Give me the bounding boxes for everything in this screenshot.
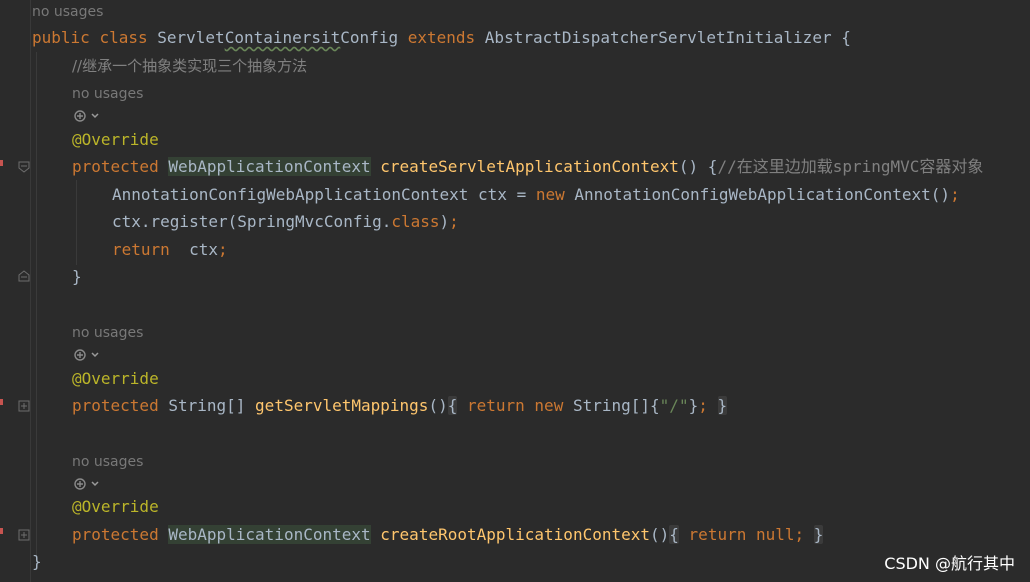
watermark: CSDN @航行其中 [884,554,1015,573]
class-name-part-3: Config [340,28,399,47]
method-parens: () { [678,157,718,176]
return-type: WebApplicationContext [168,525,371,544]
semicolon: ; [449,212,459,231]
code-text: String[]{ [572,396,660,415]
gutter-divider [30,0,31,582]
code-text: ctx.register(SpringMvcConfig. [112,212,392,231]
fold-icon[interactable] [18,270,30,282]
class-declaration-line[interactable]: public class ServletContainersitConfig e… [32,24,851,52]
keyword-protected: protected [72,157,159,176]
code-text: AnnotationConfigWebApplicationContext() [564,185,951,204]
spring-bean-icon [74,110,99,122]
usage-hint[interactable]: no usages [72,83,143,105]
code-line[interactable]: return ctx; [112,236,228,264]
indent-guide [36,52,37,557]
override-gutter-icon[interactable] [0,399,3,405]
return-type: WebApplicationContext [168,157,371,176]
code-line[interactable]: ctx.register(SpringMvcConfig.class); [112,208,459,236]
keyword-return: return [688,525,747,544]
indent-guide [76,180,77,265]
return-type: String[] [168,396,246,415]
class-close-brace[interactable]: } [32,548,42,576]
class-name-part-2: Containersit [224,28,341,47]
chevron-down-icon [91,113,99,119]
keyword-return: return [466,396,525,415]
code-text: } [688,396,699,415]
code-text: ctx [169,240,218,259]
folded-open-brace[interactable]: { [669,525,679,544]
keyword-protected: protected [72,525,159,544]
keyword-null: null [755,525,795,544]
keyword-new: new [534,396,564,415]
method-get-servlet-mappings[interactable]: protected String[] getServletMappings(){… [72,392,728,420]
semicolon: ; [217,240,228,259]
spring-inlay[interactable] [72,473,102,495]
code-text: ) [439,212,450,231]
open-brace: { [831,28,851,47]
super-class-name: AbstractDispatcherServletInitializer [484,28,832,47]
semicolon: ; [794,525,805,544]
override-gutter-icon[interactable] [0,528,3,534]
fold-icon[interactable] [18,400,30,412]
override-annotation[interactable]: @Override [72,365,159,393]
spring-inlay[interactable] [72,105,102,127]
close-brace[interactable]: } [72,263,82,291]
folded-close-brace[interactable]: } [813,525,824,544]
code-line[interactable]: AnnotationConfigWebApplicationContext ct… [112,181,960,209]
fold-icon[interactable] [18,161,30,173]
override-annotation[interactable]: @Override [72,493,159,521]
override-gutter-icon[interactable] [0,160,3,166]
method-name: createRootApplicationContext [380,525,650,544]
keyword-public: public [32,28,90,47]
spring-inlay[interactable] [72,344,102,366]
spring-bean-icon [74,349,99,361]
code-text: AnnotationConfigWebApplicationContext ct… [112,185,536,204]
keyword-new: new [535,185,565,204]
method-create-root-context[interactable]: protected WebApplicationContext createRo… [72,521,824,549]
keyword-return: return [112,240,170,259]
keyword-class: class [391,212,440,231]
override-annotation[interactable]: @Override [72,126,159,154]
usage-hint[interactable]: no usages [32,1,103,23]
usage-hint[interactable]: no usages [72,451,143,473]
editor-gutter[interactable] [0,0,30,582]
keyword-extends: extends [407,28,476,47]
folded-open-brace[interactable]: { [447,396,458,415]
class-name-part-1: Servlet [157,28,225,47]
semicolon: ; [698,396,708,415]
string-literal: "/" [659,396,689,415]
fold-icon[interactable] [18,529,30,541]
comment-line[interactable]: //继承一个抽象类实现三个抽象方法 [72,52,307,80]
spring-bean-icon [74,478,99,490]
semicolon: ; [950,185,960,204]
method-name: createServletApplicationContext [380,157,679,176]
chevron-down-icon [91,481,99,487]
usage-hint[interactable]: no usages [72,322,143,344]
folded-close-brace[interactable]: } [717,396,728,415]
keyword-protected: protected [72,396,159,415]
method-parens: () [650,525,670,544]
inline-comment: //在这里边加载springMVC容器对象 [717,157,984,176]
method-parens: () [428,396,448,415]
method-create-servlet-context[interactable]: protected WebApplicationContext createSe… [72,153,983,181]
method-name: getServletMappings [255,396,429,415]
keyword-class: class [99,28,148,47]
chevron-down-icon [91,352,99,358]
